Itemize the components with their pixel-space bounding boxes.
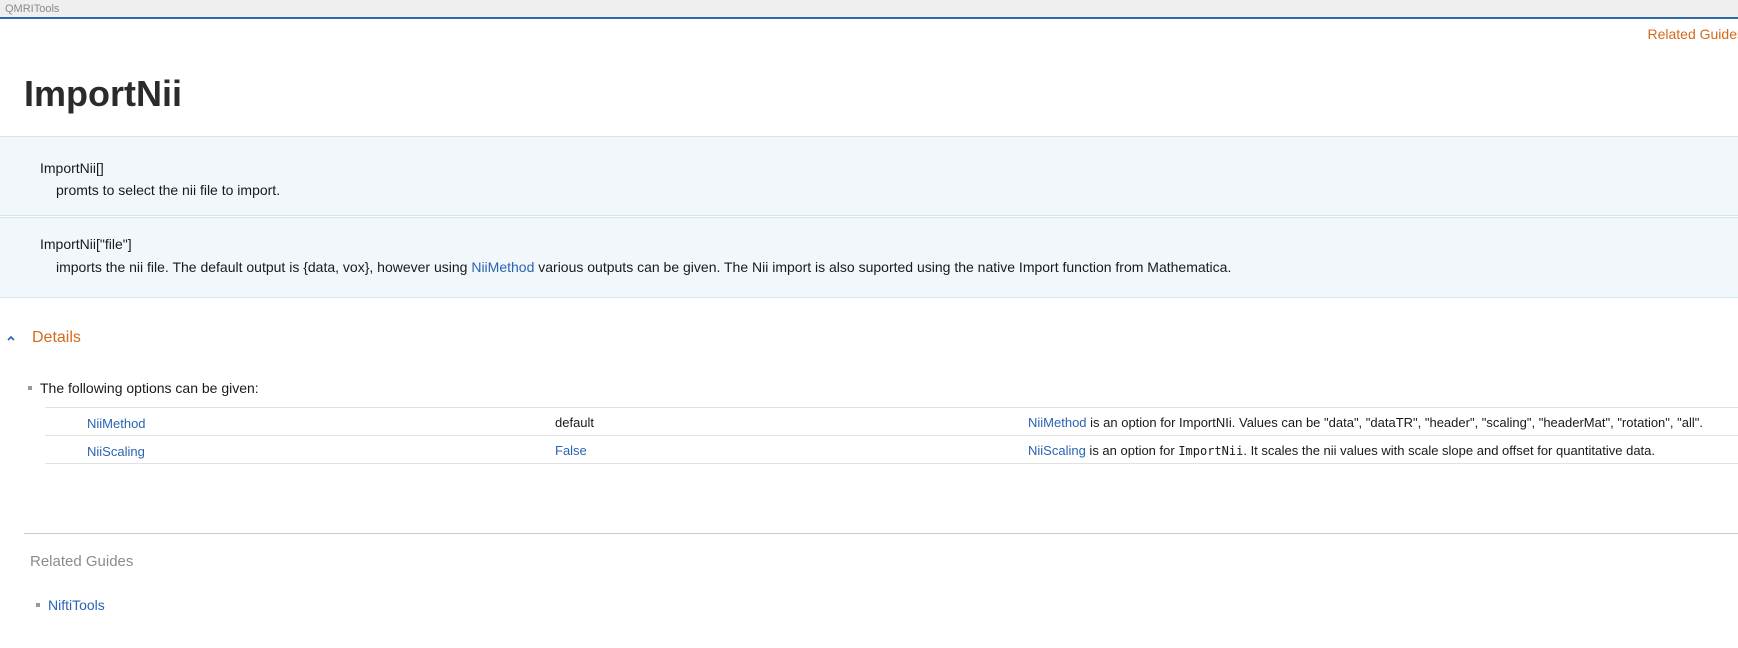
option-desc-text: is an option for (1085, 443, 1179, 458)
option-description: NiiScaling is an option for ImportNii. I… (1028, 443, 1655, 458)
option-default: default (555, 415, 595, 430)
details-title[interactable]: Details (32, 329, 81, 347)
option-desc-text: . It scales the nii values with scale sl… (1243, 443, 1656, 458)
usage-description: promts to select the nii file to import. (56, 182, 281, 198)
options-table: NiiMethod default NiiMethod is an option… (45, 407, 1738, 464)
bullet-icon (28, 386, 32, 390)
related-guides-link[interactable]: Related Guides (1647, 26, 1738, 42)
option-desc-link[interactable]: NiiScaling (1028, 443, 1086, 458)
section-divider (24, 533, 1738, 534)
option-desc-link[interactable]: NiiMethod (1028, 415, 1087, 430)
details-section-toggle[interactable]: Details (6, 329, 81, 347)
niimethod-link[interactable]: NiiMethod (471, 259, 534, 275)
usage-signature: ImportNii["file"] (40, 236, 132, 252)
page-title: ImportNii (24, 73, 182, 114)
options-intro: The following options can be given: (28, 380, 259, 396)
table-row: NiiScaling False NiiScaling is an option… (45, 435, 1738, 464)
list-item: NiftiTools (36, 597, 105, 613)
option-name-link[interactable]: NiiMethod (87, 416, 146, 431)
table-row: NiiMethod default NiiMethod is an option… (45, 407, 1738, 435)
top-bar: QMRITools (0, 0, 1738, 19)
option-default-link[interactable]: False (555, 443, 587, 458)
usage-description-text: imports the nii file. The default output… (56, 259, 472, 275)
chevron-up-icon[interactable] (6, 333, 16, 343)
related-guides-title: Related Guides (30, 553, 134, 570)
option-name-link[interactable]: NiiScaling (87, 444, 145, 459)
option-desc-text: is an option for ImportNIi. Values can b… (1086, 415, 1703, 430)
bullet-icon (36, 603, 40, 607)
usage-description-text: various outputs can be given. The Nii im… (534, 259, 1232, 275)
option-desc-code: ImportNii (1178, 444, 1244, 458)
app-name: QMRITools (5, 3, 60, 15)
options-intro-text: The following options can be given: (40, 380, 259, 396)
usage-block: ImportNii["file"] imports the nii file. … (0, 217, 1738, 298)
option-description: NiiMethod is an option for ImportNIi. Va… (1028, 415, 1703, 430)
usage-description: imports the nii file. The default output… (56, 259, 1231, 275)
usage-signature: ImportNii[] (40, 160, 104, 176)
guide-link-niftitools[interactable]: NiftiTools (48, 597, 105, 613)
usage-block: ImportNii[] promts to select the nii fil… (0, 136, 1738, 216)
